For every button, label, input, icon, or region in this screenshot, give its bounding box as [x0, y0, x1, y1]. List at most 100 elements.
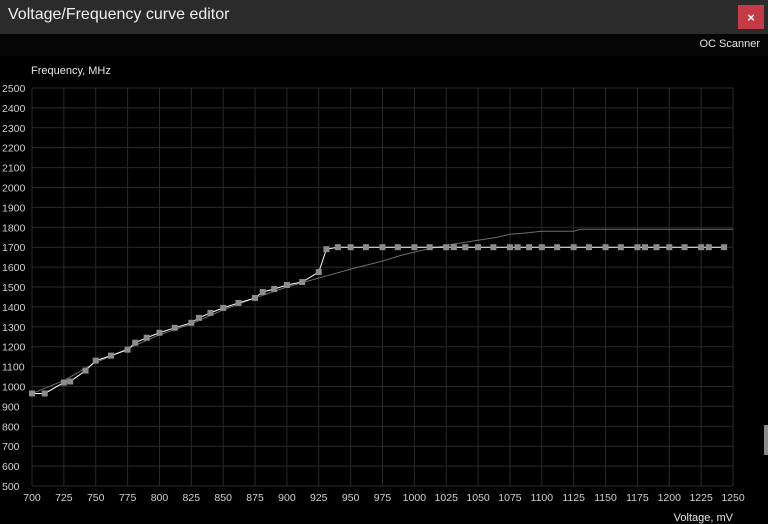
- y-tick-label: 2100: [2, 163, 26, 175]
- curve-point[interactable]: [490, 244, 497, 251]
- curve-point[interactable]: [82, 367, 89, 374]
- curve-point[interactable]: [666, 244, 673, 251]
- curve-point[interactable]: [642, 244, 649, 251]
- curve-point[interactable]: [450, 244, 457, 251]
- chart-grid: [31, 87, 734, 487]
- curve-point[interactable]: [602, 244, 609, 251]
- close-icon: ×: [747, 9, 755, 25]
- curve-point[interactable]: [188, 319, 195, 326]
- x-tick-label: 1075: [498, 492, 522, 504]
- y-tick-label: 500: [2, 481, 20, 493]
- y-tick-label: 1300: [2, 322, 26, 334]
- curve-point[interactable]: [315, 269, 322, 276]
- curve-point[interactable]: [379, 244, 386, 251]
- curve-point[interactable]: [92, 357, 99, 364]
- curve-point[interactable]: [195, 314, 202, 321]
- curve-point[interactable]: [554, 244, 561, 251]
- x-tick-label: 1200: [658, 492, 682, 504]
- curve-point[interactable]: [143, 334, 150, 341]
- curve-point[interactable]: [538, 244, 545, 251]
- x-tick-label: 1000: [403, 492, 427, 504]
- curve-point[interactable]: [443, 244, 450, 251]
- x-tick-label: 1225: [689, 492, 713, 504]
- curve-point[interactable]: [585, 244, 592, 251]
- curve-point[interactable]: [426, 244, 433, 251]
- curve-point[interactable]: [29, 390, 35, 397]
- curve-point[interactable]: [171, 324, 178, 331]
- curve-point[interactable]: [506, 244, 513, 251]
- x-tick-label: 775: [119, 492, 137, 504]
- x-tick-label: 1025: [435, 492, 459, 504]
- curve-point[interactable]: [617, 244, 624, 251]
- curve-point[interactable]: [634, 244, 641, 251]
- curve-point[interactable]: [681, 244, 688, 251]
- curve-point[interactable]: [271, 285, 278, 292]
- curve-point[interactable]: [462, 244, 469, 251]
- curve-point[interactable]: [526, 244, 533, 251]
- curve-point[interactable]: [124, 346, 131, 353]
- y-tick-label: 700: [2, 441, 20, 453]
- y-tick-label: 2000: [2, 183, 26, 195]
- y-tick-label: 1500: [2, 282, 26, 294]
- curve-point[interactable]: [220, 304, 227, 311]
- x-tick-label: 900: [278, 492, 296, 504]
- curve-point[interactable]: [653, 244, 660, 251]
- y-tick-label: 2300: [2, 123, 26, 135]
- curve-point[interactable]: [698, 244, 705, 251]
- curve-point[interactable]: [60, 379, 67, 386]
- curve-point[interactable]: [252, 294, 259, 301]
- x-tick-label: 1175: [626, 492, 649, 504]
- y-tick-label: 2500: [2, 83, 26, 95]
- x-tick-label: 800: [151, 492, 169, 504]
- x-tick-label: 1050: [466, 492, 490, 504]
- curve-point[interactable]: [323, 246, 330, 253]
- curve-point[interactable]: [108, 352, 115, 359]
- y-tick-label: 2400: [2, 103, 26, 115]
- vf-curve-line: [32, 246, 725, 394]
- y-tick-label: 2200: [2, 143, 26, 155]
- curve-point[interactable]: [334, 244, 341, 251]
- resize-handle[interactable]: [764, 425, 768, 455]
- curve-point[interactable]: [514, 244, 521, 251]
- curve-point[interactable]: [362, 244, 369, 251]
- curve-point[interactable]: [207, 309, 214, 316]
- close-button[interactable]: ×: [738, 5, 764, 29]
- curve-point[interactable]: [394, 244, 401, 251]
- x-tick-label: 825: [183, 492, 201, 504]
- y-tick-labels: 500 600 700 800 900 1000 1100 1200 1300 1400 1500 1…: [2, 83, 26, 493]
- curve-point[interactable]: [259, 288, 266, 295]
- y-tick-label: 800: [2, 421, 20, 433]
- curve-point[interactable]: [283, 282, 290, 289]
- x-tick-label: 750: [87, 492, 105, 504]
- curve-point[interactable]: [705, 244, 712, 251]
- curve-point[interactable]: [347, 244, 354, 251]
- curve-point[interactable]: [721, 244, 728, 251]
- curve-point[interactable]: [132, 339, 139, 346]
- x-tick-label: 850: [214, 492, 232, 504]
- x-tick-label: 975: [374, 492, 392, 504]
- oc-scanner-button[interactable]: OC Scanner: [699, 38, 760, 50]
- y-tick-label: 600: [2, 461, 20, 473]
- curve-point[interactable]: [411, 244, 418, 251]
- curve-point[interactable]: [570, 244, 577, 251]
- x-tick-label: 725: [55, 492, 73, 504]
- curve-point[interactable]: [156, 329, 163, 336]
- x-axis-title: Voltage, mV: [674, 512, 734, 524]
- y-tick-label: 1400: [2, 302, 26, 314]
- curve-point[interactable]: [67, 378, 74, 385]
- curve-point[interactable]: [235, 299, 242, 306]
- y-tick-label: 1900: [2, 202, 26, 214]
- x-tick-label: 875: [246, 492, 264, 504]
- y-tick-label: 1700: [2, 242, 26, 254]
- y-tick-label: 1000: [2, 382, 26, 394]
- y-tick-label: 1800: [2, 222, 26, 234]
- y-tick-label: 1100: [2, 362, 25, 374]
- x-tick-label: 950: [342, 492, 360, 504]
- x-tick-label: 1100: [531, 492, 554, 504]
- curve-point[interactable]: [41, 390, 48, 397]
- vf-curve-chart[interactable]: 500 600 700 800 900 1000 1100 1200 1300 1400 1500 1…: [0, 56, 768, 524]
- curve-point[interactable]: [299, 279, 306, 286]
- curve-point[interactable]: [475, 244, 482, 251]
- title-bar: Voltage/Frequency curve editor ×: [0, 0, 768, 34]
- toolbar: OC Scanner: [0, 34, 768, 56]
